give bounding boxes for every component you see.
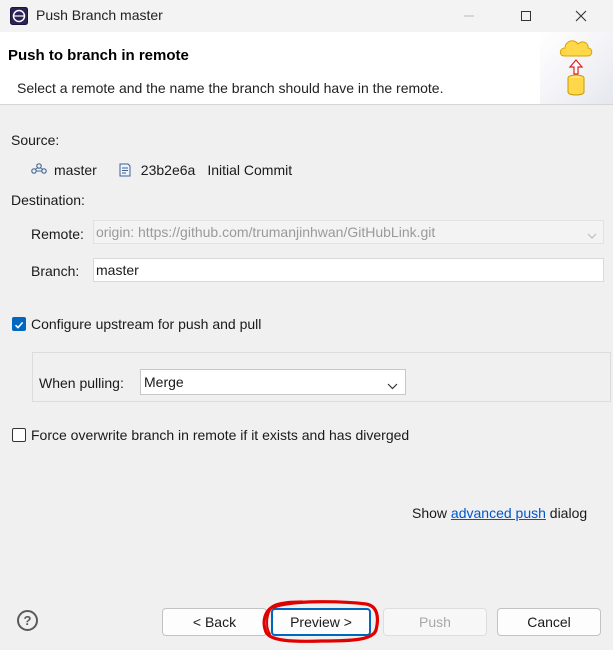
page-title: Push to branch in remote	[8, 47, 189, 64]
push-to-cloud-icon	[540, 32, 613, 104]
branch-input[interactable]: master	[93, 258, 604, 282]
advanced-prefix: Show	[412, 505, 448, 521]
when-pulling-value: Merge	[144, 374, 184, 390]
close-icon	[575, 10, 587, 22]
force-overwrite-checkbox[interactable]	[12, 428, 26, 442]
maximize-button[interactable]	[503, 0, 549, 32]
when-pulling-select[interactable]: Merge	[140, 369, 406, 395]
push-branch-dialog: Push Branch master Push to branch in rem…	[0, 0, 613, 650]
source-label: Source:	[11, 132, 60, 148]
when-pulling-label: When pulling:	[39, 375, 124, 391]
configure-upstream-checkbox[interactable]	[12, 317, 26, 331]
force-overwrite-label[interactable]: Force overwrite branch in remote if it e…	[31, 427, 409, 443]
page-description: Select a remote and the name the branch …	[17, 80, 444, 96]
branch-input-value: master	[96, 262, 139, 278]
wizard-header: Push to branch in remote Select a remote…	[0, 32, 613, 105]
help-icon: ?	[23, 613, 32, 628]
back-button[interactable]: < Back	[162, 608, 267, 636]
eclipse-app-icon	[10, 7, 28, 25]
advanced-push-link[interactable]: advanced push	[451, 505, 546, 521]
remote-label: Remote:	[31, 226, 84, 242]
maximize-icon	[521, 11, 531, 21]
destination-label: Destination:	[11, 192, 85, 208]
source-row: master 23b2e6a Initial Commit	[30, 160, 292, 180]
chevron-down-icon	[587, 227, 597, 243]
checkmark-icon	[14, 321, 24, 329]
close-button[interactable]	[558, 0, 604, 32]
push-button[interactable]: Push	[383, 608, 487, 636]
advanced-push-text: Show advanced push dialog	[412, 505, 587, 521]
commit-icon	[117, 162, 133, 178]
title-bar: Push Branch master	[0, 0, 613, 32]
minimize-icon	[464, 15, 474, 17]
remote-value: origin: https://github.com/trumanjinhwan…	[96, 224, 436, 240]
branch-label: Branch:	[31, 263, 80, 279]
help-button[interactable]: ?	[17, 610, 38, 631]
source-branch: master	[54, 162, 97, 178]
commit-message: Initial Commit	[207, 162, 293, 178]
remote-select: origin: https://github.com/trumanjinhwan…	[93, 220, 604, 244]
window-title: Push Branch master	[36, 7, 163, 23]
commit-id: 23b2e6a	[140, 162, 196, 178]
configure-upstream-label[interactable]: Configure upstream for push and pull	[31, 316, 261, 332]
preview-button[interactable]: Preview >	[271, 608, 371, 636]
minimize-button[interactable]	[446, 0, 492, 32]
chevron-down-icon	[387, 377, 398, 393]
branch-icon	[30, 162, 48, 178]
cancel-button[interactable]: Cancel	[497, 608, 601, 636]
advanced-suffix: dialog	[549, 505, 588, 521]
